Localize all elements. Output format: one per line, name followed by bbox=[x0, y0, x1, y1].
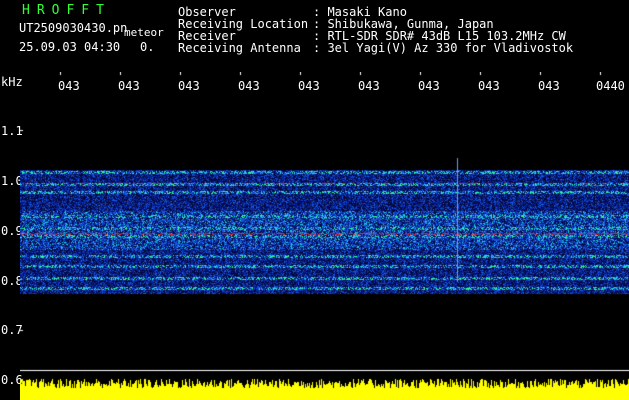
spectrogram-plot bbox=[20, 72, 629, 400]
file-suffix: meteor bbox=[124, 26, 164, 39]
info-label-antenna: Receiving Antenna bbox=[178, 41, 301, 55]
info-value-antenna: : 3el Yagi(V) Az 330 for Vladivostok bbox=[313, 41, 574, 55]
file-name: UT2509030430.pn bbox=[19, 21, 128, 35]
timestamp: 25.09.03 04:30 bbox=[19, 40, 121, 54]
hrofft-brand: HROFFT bbox=[22, 3, 111, 18]
timestamp-extra: 0. bbox=[140, 40, 155, 54]
